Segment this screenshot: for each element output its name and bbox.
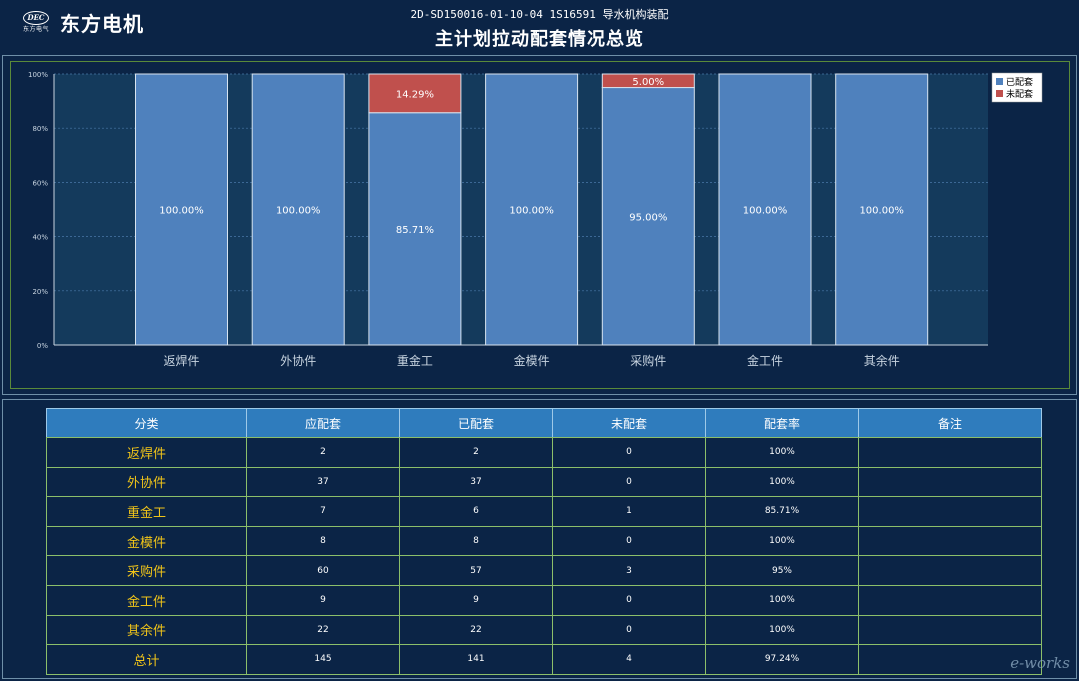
value-cell: 6 [399, 496, 553, 527]
value-cell: 97.24% [705, 644, 859, 675]
page-title: 主计划拉动配套情况总览 [435, 29, 644, 50]
value-cell: 100% [705, 525, 859, 557]
value-cell: 2 [246, 437, 400, 468]
category-cell: 重金工 [46, 496, 247, 527]
data-label: 14.29% [396, 89, 434, 100]
table-row: 外协件 37 37 0 100% [46, 466, 1042, 498]
value-cell: 9 [399, 584, 553, 616]
value-cell: 60 [246, 555, 400, 586]
x-tick-label: 返焊件 [163, 353, 199, 368]
x-tick-label: 金工件 [747, 353, 783, 368]
data-label: 85.71% [396, 225, 434, 236]
x-tick-label: 采购件 [630, 353, 666, 368]
header: DEC 东方电气 东方电机 2D-SD150016-01-10-04 1S165… [0, 0, 1079, 54]
legend-swatch [996, 78, 1003, 85]
value-cell [858, 437, 1042, 468]
header-required: 应配套 [246, 408, 400, 438]
value-cell: 22 [246, 614, 400, 646]
value-cell: 141 [399, 644, 553, 675]
header-rate: 配套率 [705, 408, 859, 438]
value-cell: 2 [399, 437, 553, 468]
legend-label: 未配套 [1006, 88, 1033, 100]
table-header-row: 分类 应配套 已配套 未配套 配套率 备注 [46, 408, 1042, 438]
value-cell [858, 555, 1042, 586]
value-cell: 0 [552, 466, 706, 498]
data-label: 100.00% [276, 206, 321, 217]
chart-panel: 0% 20% 40% 60% 80% 100% 100.00% 返焊件 100.00% 外协件 85… [2, 55, 1077, 395]
value-cell [858, 614, 1042, 646]
data-label: 100.00% [743, 206, 788, 217]
kitting-table: 分类 应配套 已配套 未配套 配套率 备注 返焊件 2 2 0 100% 外协件 37 37 0… [46, 408, 1042, 675]
y-tick-label: 40% [32, 234, 48, 242]
y-tick-label: 60% [32, 179, 48, 187]
value-cell: 22 [399, 614, 553, 646]
category-cell: 总计 [46, 644, 247, 675]
value-cell: 8 [246, 525, 400, 557]
table-row: 其余件 22 22 0 100% [46, 614, 1042, 646]
table-panel: 分类 应配套 已配套 未配套 配套率 备注 返焊件 2 2 0 100% 外协件 37 37 0… [2, 399, 1077, 679]
header-unkitted: 未配套 [552, 408, 706, 438]
value-cell: 100% [705, 466, 859, 498]
value-cell [858, 584, 1042, 616]
y-tick-label: 100% [28, 71, 48, 79]
chart-frame: 0% 20% 40% 60% 80% 100% 100.00% 返焊件 100.00% 外协件 85… [10, 61, 1070, 389]
value-cell: 85.71% [705, 496, 859, 527]
value-cell: 0 [552, 584, 706, 616]
value-cell: 100% [705, 614, 859, 646]
x-tick-label: 外协件 [280, 353, 316, 368]
data-label: 5.00% [632, 77, 664, 88]
y-tick-label: 0% [37, 342, 48, 350]
value-cell: 4 [552, 644, 706, 675]
table-row: 重金工 7 6 1 85.71% [46, 496, 1042, 527]
value-cell: 145 [246, 644, 400, 675]
value-cell: 0 [552, 437, 706, 468]
table-row: 总计 145 141 4 97.24% [46, 644, 1042, 675]
y-tick-label: 20% [32, 288, 48, 296]
y-tick-label: 80% [32, 125, 48, 133]
header-kitted: 已配套 [399, 408, 553, 438]
table-row: 采购件 60 57 3 95% [46, 555, 1042, 586]
legend-label: 已配套 [1006, 76, 1033, 88]
category-cell: 金工件 [46, 584, 247, 616]
value-cell: 57 [399, 555, 553, 586]
data-label: 95.00% [629, 212, 667, 223]
x-tick-label: 重金工 [397, 353, 433, 368]
table-row: 返焊件 2 2 0 100% [46, 437, 1042, 468]
table-row: 金模件 8 8 0 100% [46, 525, 1042, 557]
value-cell: 95% [705, 555, 859, 586]
value-cell: 37 [246, 466, 400, 498]
table-row: 金工件 9 9 0 100% [46, 584, 1042, 616]
header-remarks: 备注 [858, 408, 1042, 438]
drawing-subtitle: 2D-SD150016-01-10-04 1S16591 导水机构装配 [410, 8, 669, 21]
category-cell: 其余件 [46, 614, 247, 646]
x-tick-label: 其余件 [864, 353, 900, 368]
stacked-bar-chart: 0% 20% 40% 60% 80% 100% 100.00% 返焊件 100.00% 外协件 85… [28, 71, 1043, 368]
value-cell: 7 [246, 496, 400, 527]
watermark-logo: e-works [1010, 654, 1070, 672]
value-cell [858, 466, 1042, 498]
value-cell: 3 [552, 555, 706, 586]
category-cell: 金模件 [46, 525, 247, 557]
value-cell: 0 [552, 525, 706, 557]
value-cell: 37 [399, 466, 553, 498]
value-cell [858, 525, 1042, 557]
category-cell: 采购件 [46, 555, 247, 586]
value-cell [858, 496, 1042, 527]
data-label: 100.00% [509, 206, 554, 217]
value-cell: 1 [552, 496, 706, 527]
value-cell: 100% [705, 437, 859, 468]
value-cell: 100% [705, 584, 859, 616]
value-cell: 0 [552, 614, 706, 646]
data-label: 100.00% [859, 206, 904, 217]
legend-swatch [996, 90, 1003, 97]
category-cell: 外协件 [46, 466, 247, 498]
x-tick-label: 金模件 [514, 353, 550, 368]
value-cell: 9 [246, 584, 400, 616]
value-cell: 8 [399, 525, 553, 557]
data-label: 100.00% [159, 206, 204, 217]
category-cell: 返焊件 [46, 437, 247, 468]
header-category: 分类 [46, 408, 247, 438]
